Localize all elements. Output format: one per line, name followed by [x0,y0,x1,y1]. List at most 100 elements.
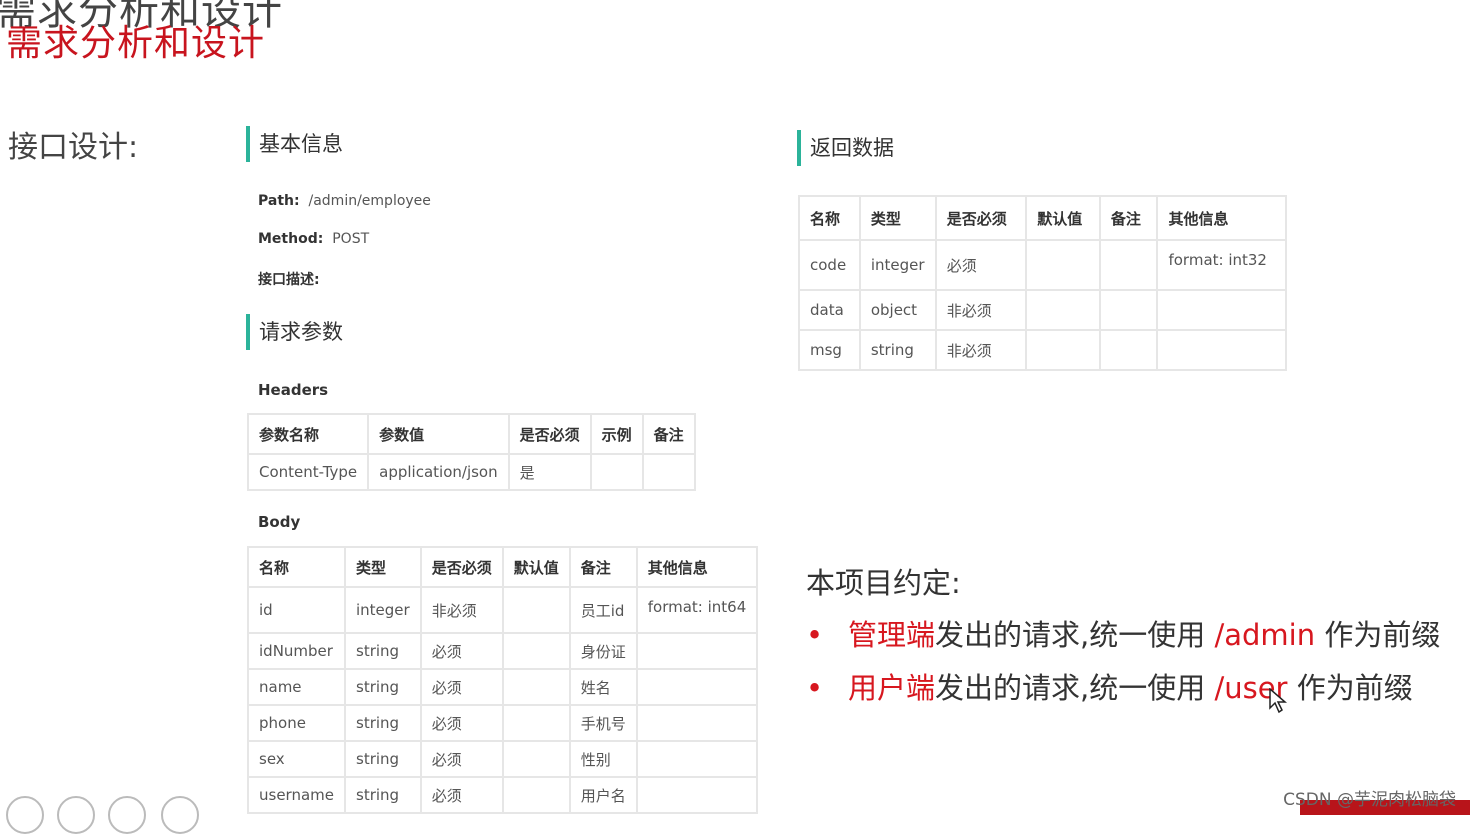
bullet-icon: • [806,618,824,652]
column-header: 是否必须 [419,546,504,588]
table-cell [635,704,759,742]
more-icon[interactable] [161,796,199,834]
column-header: 备注 [1098,195,1159,241]
table-cell: string [344,740,422,778]
body-table: 名称 类型 是否必须 默认值 备注 其他信息 id integer 非必须 员工id format… [247,546,759,814]
path-value: /admin/employee [308,193,431,209]
column-header: 其他信息 [1156,195,1287,241]
table-cell: application/json [367,453,510,491]
table-cell [1156,289,1287,331]
table-cell: 姓名 [568,668,638,706]
table-cell: string [344,776,422,814]
table-cell: code [798,239,861,291]
column-header: 示例 [589,413,644,455]
bullet-icon: • [806,671,824,705]
table-cell: sex [247,740,346,778]
table-cell [1156,329,1287,371]
convention-suffix: 作为前缀 [1296,671,1413,705]
method-row: Method: POST [258,231,369,247]
column-header: 类型 [344,546,422,588]
table-cell: integer [858,239,937,291]
table-row: username string 必须 用户名 [247,776,759,814]
table-cell: string [344,668,422,706]
table-row: idNumber string 必须 身份证 [247,632,759,670]
table-cell: id [247,586,346,634]
method-value: POST [332,231,370,247]
table-cell: string [344,704,422,742]
table-row: phone string 必须 手机号 [247,704,759,742]
table-row: data object 非必须 [798,289,1287,331]
column-header: 备注 [641,413,696,455]
table-cell [1025,239,1101,291]
table-cell: 必须 [419,704,504,742]
table-cell: data [798,289,861,331]
headers-table-header: 参数名称 参数值 是否必须 示例 备注 [246,413,696,455]
zoom-icon[interactable] [108,796,146,834]
convention-suffix: 作为前缀 [1324,618,1441,652]
table-cell: 是 [507,453,592,491]
column-header: 参数名称 [246,413,370,455]
csdn-watermark: CSDN @芋泥肉松脑袋 [1283,790,1456,810]
table-cell [501,740,571,778]
column-header: 默认值 [501,546,571,588]
convention-title: 本项目约定: [806,566,961,600]
table-cell: 必须 [419,740,504,778]
table-cell [501,704,571,742]
desc-label: 接口描述: [258,272,320,288]
body-label: Body [258,513,301,531]
basic-info-heading: 基本信息 [246,126,343,162]
table-cell [501,586,571,634]
body-table-header: 名称 类型 是否必须 默认值 备注 其他信息 [247,546,759,588]
column-header: 名称 [247,546,346,588]
column-header: 是否必须 [507,413,592,455]
table-row: id integer 非必须 员工id format: int64 [247,586,759,634]
table-cell: username [247,776,346,814]
table-cell [501,668,571,706]
path-row: Path: /admin/employee [258,193,431,209]
table-cell: string [344,632,422,670]
column-header: 名称 [798,195,861,241]
column-header: 备注 [568,546,638,588]
table-cell [501,632,571,670]
table-cell: integer [344,586,422,634]
table-cell [501,776,571,814]
table-cell [635,632,759,670]
user-side-label: 用户端 [848,671,936,705]
table-cell: 必须 [419,776,504,814]
response-heading: 返回数据 [797,130,894,166]
table-cell: idNumber [247,632,346,670]
table-cell [589,453,644,491]
table-cell: 性别 [568,740,638,778]
column-header: 类型 [858,195,937,241]
column-header: 其他信息 [635,546,759,588]
pen-icon[interactable] [6,796,44,834]
method-label: Method: [258,231,324,247]
response-table: 名称 类型 是否必须 默认值 备注 其他信息 code integer 必须 format: i… [798,195,1287,371]
grid-icon[interactable] [57,796,95,834]
table-cell: msg [798,329,861,371]
table-cell [1025,329,1101,371]
table-cell: Content-Type [246,453,370,491]
request-params-heading: 请求参数 [246,314,343,350]
table-cell: 必须 [934,239,1028,291]
table-row: msg string 非必须 [798,329,1287,371]
table-cell: name [247,668,346,706]
table-cell [635,668,759,706]
api-design-label: 接口设计: [8,130,139,165]
table-cell [1025,289,1101,331]
table-cell: 必须 [419,668,504,706]
desc-row: 接口描述: [258,269,320,289]
table-cell: 手机号 [568,704,638,742]
table-cell: 非必须 [934,329,1028,371]
table-cell: 必须 [419,632,504,670]
column-header: 是否必须 [934,195,1028,241]
table-row: code integer 必须 format: int32 [798,239,1287,291]
table-cell [1098,329,1159,371]
table-row: name string 必须 姓名 [247,668,759,706]
table-cell: phone [247,704,346,742]
table-cell: string [858,329,937,371]
headers-label: Headers [258,381,329,399]
admin-prefix: /admin [1214,618,1316,652]
table-row: Content-Type application/json 是 [246,453,696,491]
convention-text: 发出的请求,统一使用 [935,671,1206,705]
